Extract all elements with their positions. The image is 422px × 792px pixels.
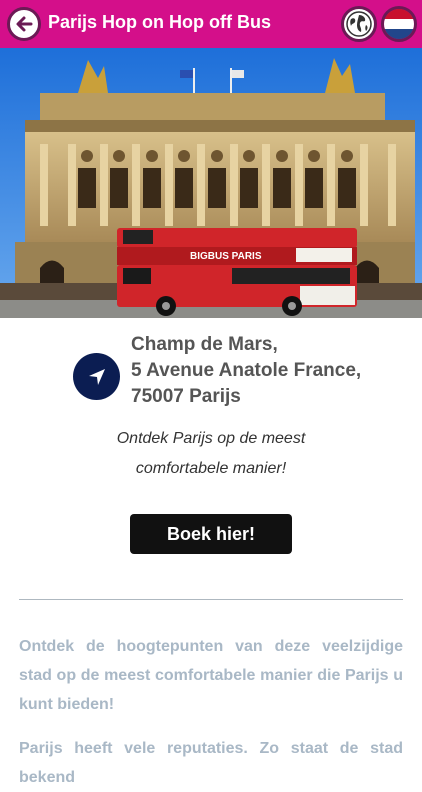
tagline-line-1: Ontdek Parijs op de meest — [116, 430, 306, 447]
globe-icon — [346, 11, 372, 37]
opera-garnier-illustration: BIGBUS PARIS — [0, 48, 422, 318]
tagline: Ontdek Parijs op de meest comfortabele m… — [0, 424, 422, 484]
tagline-line-2: comfortabele manier! — [135, 460, 287, 477]
back-arrow-icon — [16, 16, 33, 32]
second-paragraph: Parijs heeft vele reputaties. Zo staat d… — [19, 740, 403, 786]
address-line-1: Champ de Mars, — [131, 334, 278, 355]
navigation-arrow-icon — [88, 368, 105, 385]
page-title: Parijs Hop on Hop off Bus — [48, 12, 271, 32]
intro-paragraph: Ontdek de hoogtepunten van deze veelzijd… — [19, 638, 403, 713]
dutch-flag-button[interactable] — [381, 6, 417, 42]
back-button[interactable] — [7, 7, 41, 41]
bus-sign: BIGBUS PARIS — [190, 251, 262, 262]
app-header: Parijs Hop on Hop off Bus — [0, 0, 422, 48]
language-globe-button[interactable] — [341, 6, 377, 42]
flag-blue-stripe — [384, 29, 414, 39]
flag-red-stripe — [384, 9, 414, 19]
address-block: Champ de Mars, 5 Avenue Anatole France, … — [131, 332, 361, 410]
book-button[interactable]: Boek hier! — [130, 514, 292, 554]
address-line-2: 5 Avenue Anatole France, — [131, 360, 362, 381]
address-line-3: 75007 Parijs — [131, 386, 241, 407]
hero-image: BIGBUS PARIS — [0, 48, 422, 318]
flag-white-stripe — [384, 18, 414, 29]
section-divider — [19, 599, 403, 600]
navigate-button[interactable] — [73, 353, 120, 400]
